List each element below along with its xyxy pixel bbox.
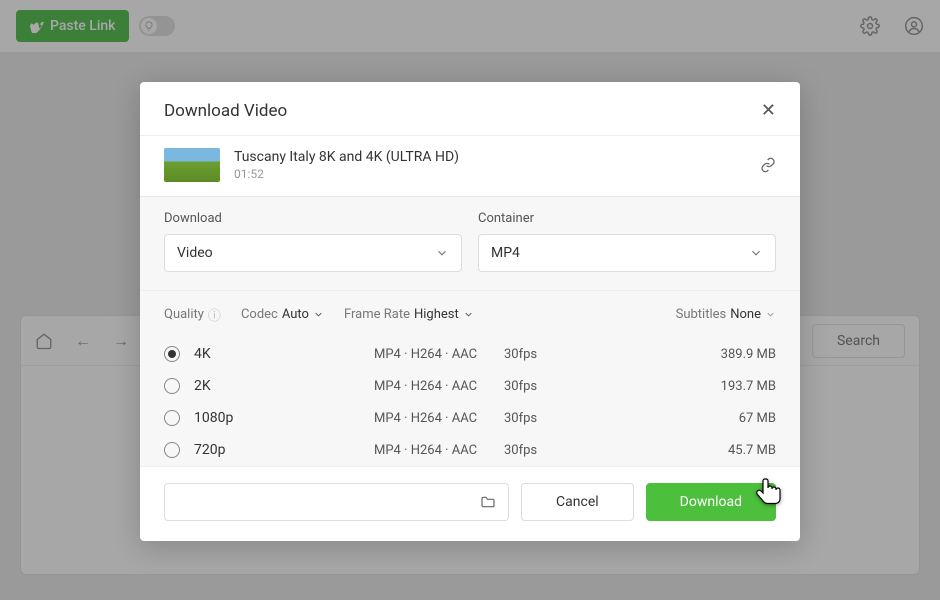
quality-fps: 30fps	[504, 411, 604, 426]
quality-name: 2K	[194, 378, 374, 394]
download-type-label: Download	[164, 211, 462, 226]
chevron-down-icon	[463, 309, 474, 320]
quality-size: 67 MB	[604, 411, 776, 426]
quality-format: MP4 · H264 · AAC	[374, 443, 504, 458]
radio-icon	[164, 442, 180, 458]
download-button[interactable]: Download	[646, 483, 776, 521]
download-type-select[interactable]: Video	[164, 234, 462, 272]
quality-filter: Quality ⓘ	[164, 305, 221, 324]
output-path-input[interactable]	[164, 483, 509, 521]
container-label: Container	[478, 211, 776, 226]
quality-row[interactable]: 720p MP4 · H264 · AAC 30fps 45.7 MB	[140, 434, 800, 466]
modal-footer: Cancel Download	[140, 466, 800, 541]
modal-header: Download Video ✕	[140, 82, 800, 136]
close-icon[interactable]: ✕	[761, 100, 776, 121]
quality-fps: 30fps	[504, 347, 604, 362]
info-icon[interactable]: ⓘ	[208, 305, 221, 324]
chevron-down-icon	[313, 309, 324, 320]
chevron-down-icon	[435, 246, 449, 260]
quality-format: MP4 · H264 · AAC	[374, 411, 504, 426]
quality-format: MP4 · H264 · AAC	[374, 379, 504, 394]
quality-fps: 30fps	[504, 443, 604, 458]
video-info-row: Tuscany Italy 8K and 4K (ULTRA HD) 01:52	[140, 136, 800, 197]
quality-fps: 30fps	[504, 379, 604, 394]
framerate-filter[interactable]: Frame Rate Highest	[344, 307, 474, 322]
radio-icon	[164, 378, 180, 394]
quality-row[interactable]: 1080p MP4 · H264 · AAC 30fps 67 MB	[140, 402, 800, 434]
container-select[interactable]: MP4	[478, 234, 776, 272]
folder-icon	[480, 494, 496, 510]
modal-title: Download Video	[164, 101, 761, 121]
video-title: Tuscany Italy 8K and 4K (ULTRA HD)	[234, 149, 746, 165]
quality-format: MP4 · H264 · AAC	[374, 347, 504, 362]
quality-size: 389.9 MB	[604, 347, 776, 362]
chevron-down-icon	[749, 246, 763, 260]
quality-row[interactable]: 2K MP4 · H264 · AAC 30fps 193.7 MB	[140, 370, 800, 402]
quality-list: 4K MP4 · H264 · AAC 30fps 389.9 MB 2K MP…	[140, 338, 800, 466]
link-icon[interactable]	[760, 157, 776, 173]
dropdown-section: Download Video Container MP4	[140, 197, 800, 291]
radio-icon	[164, 410, 180, 426]
download-modal: Download Video ✕ Tuscany Italy 8K and 4K…	[140, 82, 800, 541]
chevron-down-icon	[765, 309, 776, 320]
video-duration: 01:52	[234, 167, 746, 181]
quality-row[interactable]: 4K MP4 · H264 · AAC 30fps 389.9 MB	[140, 338, 800, 370]
quality-name: 4K	[194, 346, 374, 362]
filter-row: Quality ⓘ Codec Auto Frame Rate Highest …	[140, 291, 800, 338]
quality-name: 1080p	[194, 410, 374, 426]
cancel-button[interactable]: Cancel	[521, 483, 634, 521]
video-thumbnail	[164, 148, 220, 182]
codec-filter[interactable]: Codec Auto	[241, 307, 324, 322]
quality-name: 720p	[194, 442, 374, 458]
subtitles-filter[interactable]: Subtitles None	[676, 307, 776, 322]
quality-size: 193.7 MB	[604, 379, 776, 394]
radio-icon	[164, 346, 180, 362]
quality-size: 45.7 MB	[604, 443, 776, 458]
